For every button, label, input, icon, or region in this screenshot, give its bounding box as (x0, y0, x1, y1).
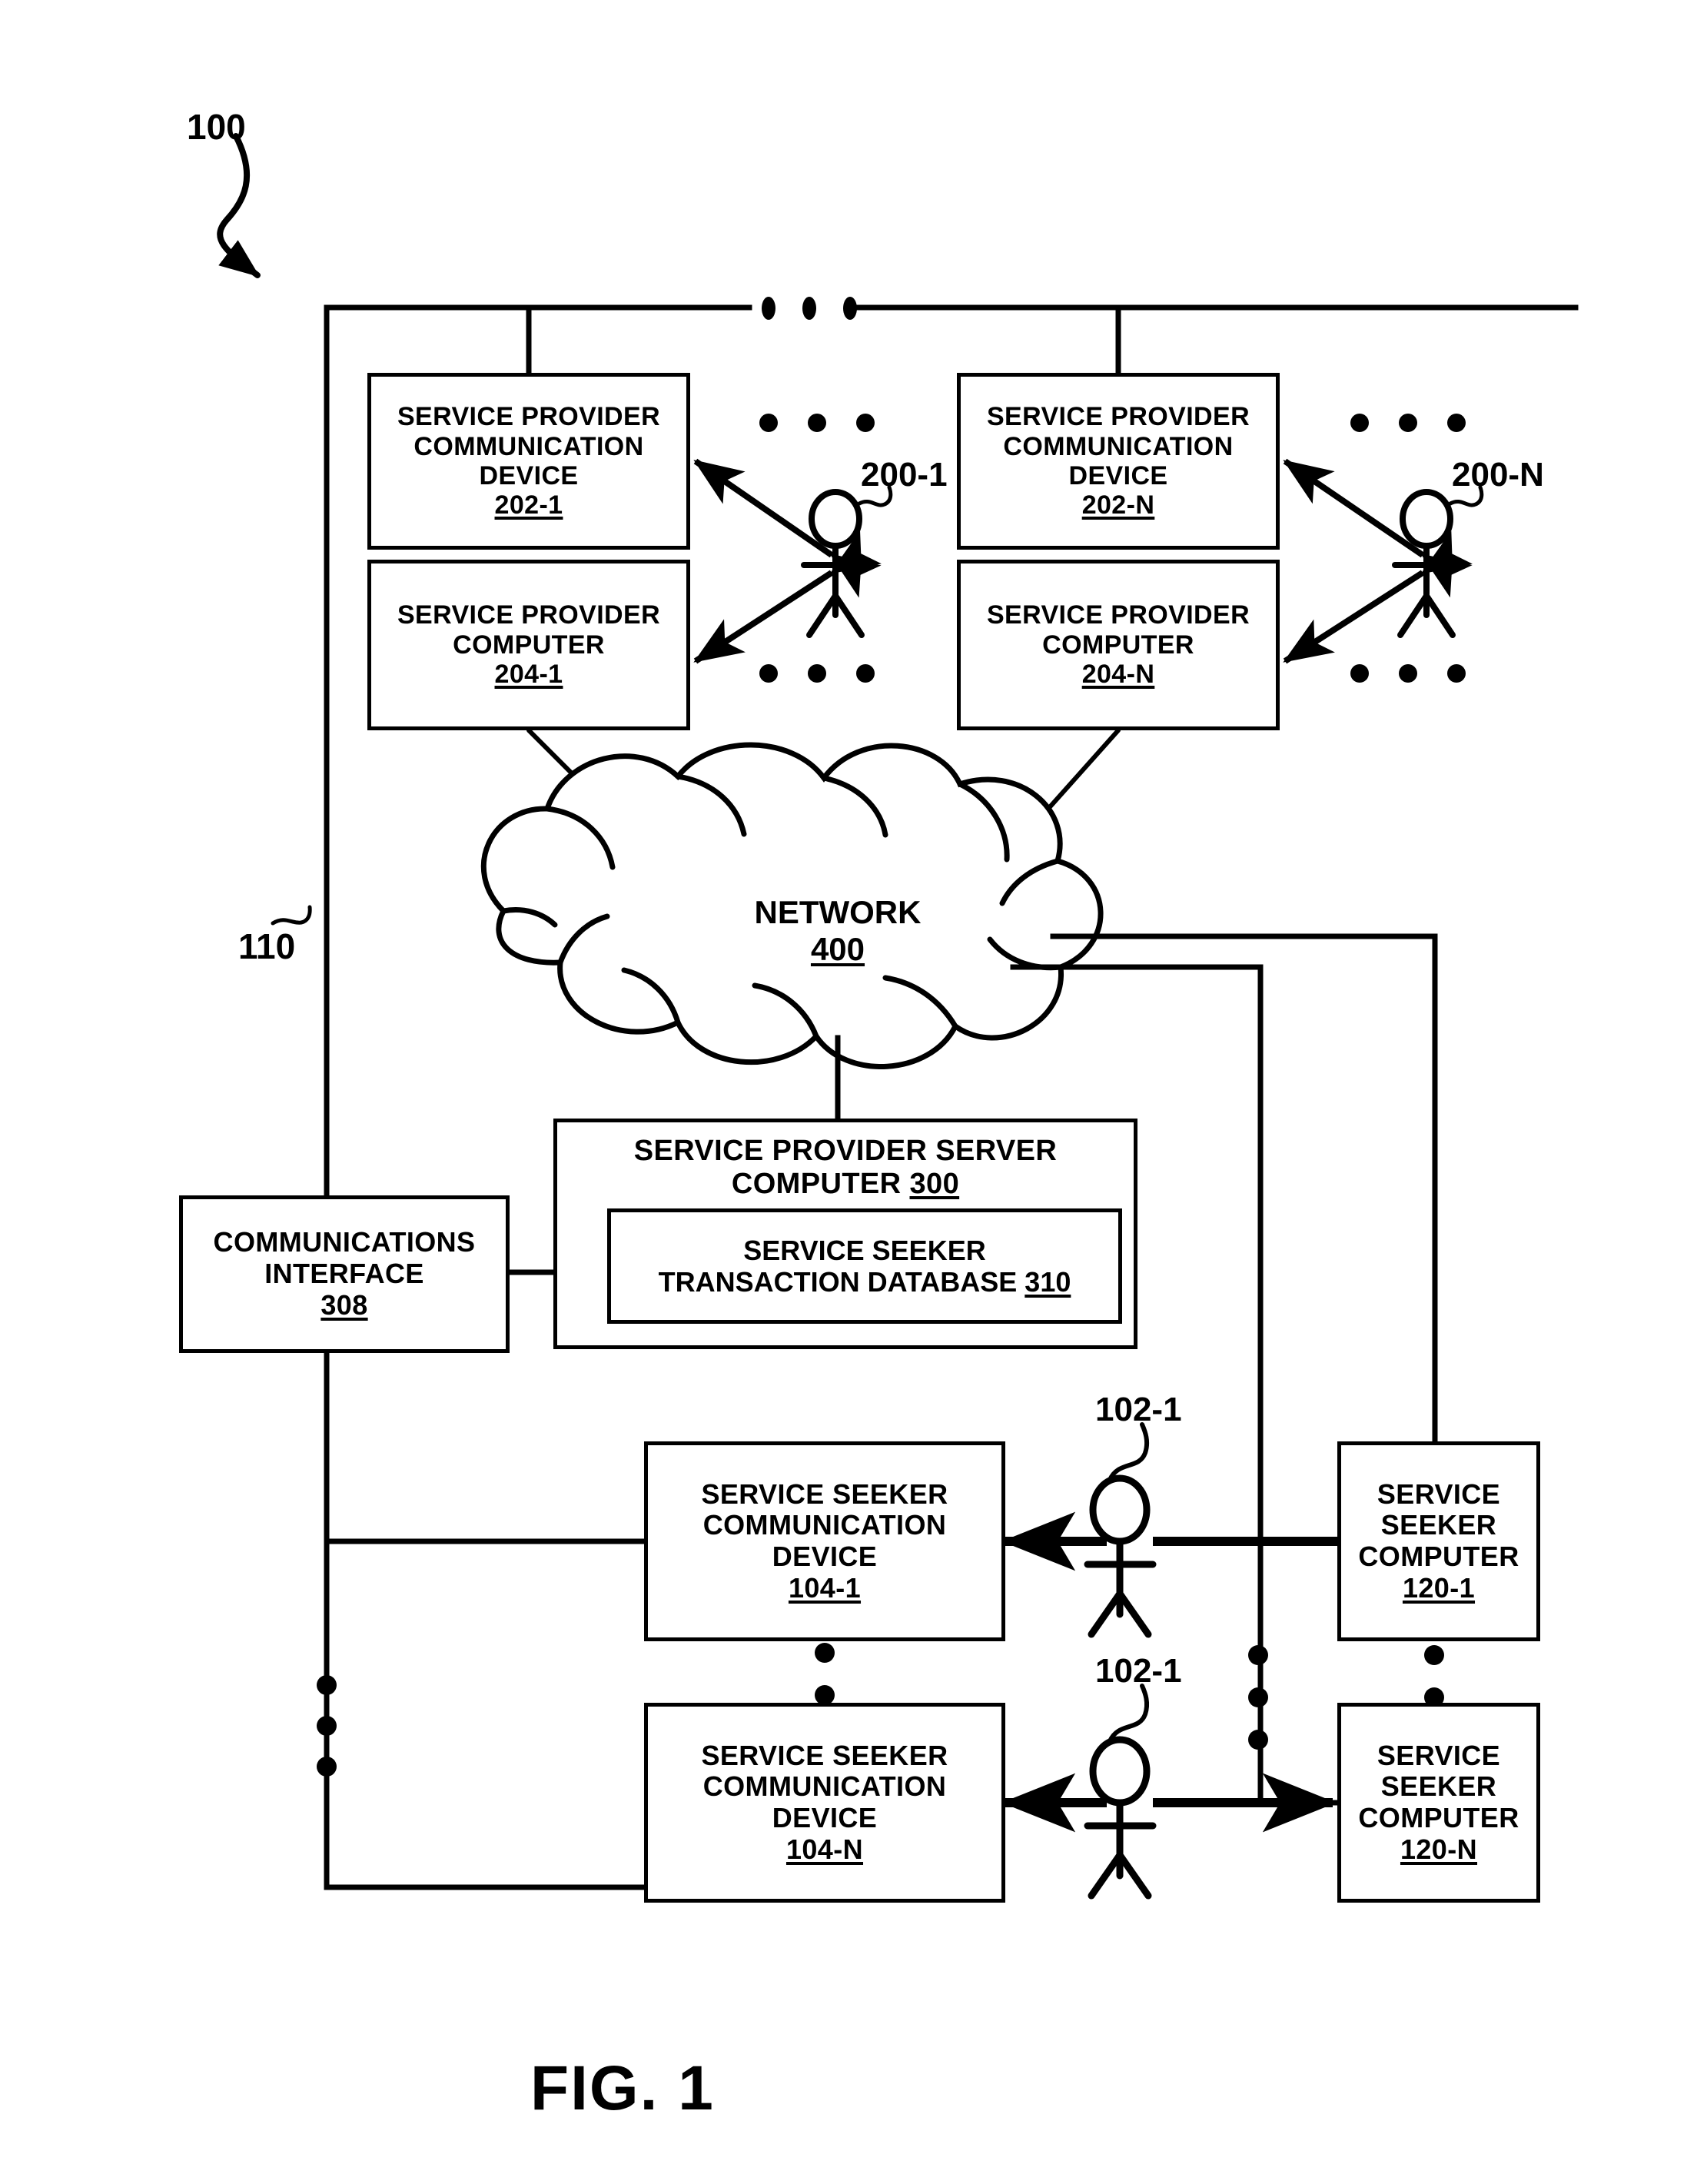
service-seeker-transaction-database[interactable]: SERVICE SEEKER TRANSACTION DATABASE 310 (607, 1208, 1122, 1324)
box-line: TRANSACTION DATABASE (658, 1266, 1018, 1298)
actor-figure (801, 489, 870, 638)
box-line: COMMUNICATION (1003, 431, 1234, 461)
service-seeker-computer-1[interactable]: SERVICE SEEKER COMPUTER 120-1 (1337, 1441, 1540, 1641)
service-provider-communication-device-n[interactable]: SERVICE PROVIDER COMMUNICATION DEVICE 20… (957, 373, 1280, 550)
actor-ref-102-1-upper: 102-1 (1095, 1391, 1182, 1428)
box-ref: 120-N (1400, 1833, 1478, 1865)
box-line: DEVICE (772, 1802, 878, 1833)
box-line: COMPUTER (453, 630, 605, 660)
box-line: COMMUNICATION (702, 1770, 947, 1803)
service-seeker-computer-n[interactable]: SERVICE SEEKER COMPUTER 120-N (1337, 1703, 1540, 1903)
service-seeker-communication-device-n[interactable]: SERVICE SEEKER COMMUNICATION DEVICE 104-… (644, 1703, 1005, 1903)
box-line: INTERFACE (264, 1258, 424, 1290)
box-ref: 310 (1025, 1266, 1071, 1298)
box-line: SERVICE (1377, 1478, 1501, 1510)
service-provider-communication-device-1[interactable]: SERVICE PROVIDER COMMUNICATION DEVICE 20… (367, 373, 690, 550)
actor-figure (1392, 489, 1461, 638)
box-ref: 104-N (785, 1833, 864, 1865)
box-line: COMPUTER (731, 1167, 902, 1200)
actor-ref-102-1-lower: 102-1 (1095, 1652, 1182, 1690)
patent-figure-canvas: 100 110 SERVICE PROVIDER COMMUNICATION D… (0, 0, 1707, 2184)
box-line-with-ref: COMPUTER 300 (732, 1168, 959, 1201)
cloud-ref: 400 (810, 931, 865, 968)
box-line: DEVICE (772, 1541, 878, 1572)
bus-ref-110: 110 (238, 926, 296, 966)
box-ref: 204-1 (494, 660, 563, 690)
box-line: COMPUTER (1042, 630, 1194, 660)
box-ref: 120-1 (1402, 1571, 1476, 1604)
box-ref: 300 (909, 1167, 960, 1200)
box-ref: 104-1 (788, 1571, 862, 1604)
box-line: SERVICE PROVIDER SERVER (633, 1135, 1058, 1167)
network-cloud-label: NETWORK 400 (719, 894, 957, 969)
system-ref-100: 100 (187, 107, 246, 147)
box-line: COMMUNICATION (413, 431, 644, 461)
actor-ref-200-1: 200-1 (861, 456, 948, 494)
actor-ref-200-n: 200-N (1452, 456, 1544, 494)
figure-label: FIG. 1 (530, 2053, 715, 2123)
box-line: SERVICE SEEKER (743, 1234, 986, 1266)
box-line-with-ref: TRANSACTION DATABASE 310 (659, 1266, 1071, 1298)
service-provider-computer-n[interactable]: SERVICE PROVIDER COMPUTER 204-N (957, 560, 1280, 730)
box-line: DEVICE (479, 461, 579, 490)
box-line: COMPUTER (1358, 1541, 1519, 1572)
box-line: SERVICE (1377, 1739, 1501, 1771)
service-seeker-communication-device-1[interactable]: SERVICE SEEKER COMMUNICATION DEVICE 104-… (644, 1441, 1005, 1641)
communications-interface[interactable]: COMMUNICATIONS INTERFACE 308 (179, 1195, 510, 1353)
box-ref: 202-1 (494, 490, 563, 520)
box-ref: 204-N (1081, 660, 1155, 690)
box-line: SERVICE SEEKER (701, 1739, 948, 1771)
box-line: COMMUNICATIONS (213, 1226, 476, 1258)
box-line: COMMUNICATION (702, 1509, 947, 1541)
box-line: SERVICE PROVIDER (986, 402, 1250, 432)
box-line: SEEKER (1380, 1509, 1497, 1541)
actor-figure (1084, 1474, 1157, 1638)
service-provider-computer-1[interactable]: SERVICE PROVIDER COMPUTER 204-1 (367, 560, 690, 730)
actor-figure (1084, 1736, 1157, 1900)
box-ref: 202-N (1081, 490, 1155, 520)
cloud-title: NETWORK (754, 894, 922, 930)
box-ref: 308 (320, 1288, 368, 1321)
bus-ellipsis-dots (762, 297, 857, 320)
box-line: SEEKER (1380, 1770, 1497, 1803)
box-line: COMPUTER (1358, 1802, 1519, 1833)
box-line: DEVICE (1068, 461, 1168, 490)
box-line: SERVICE PROVIDER (397, 600, 661, 630)
box-line: SERVICE PROVIDER (397, 402, 661, 432)
box-line: SERVICE SEEKER (701, 1478, 948, 1510)
box-line: SERVICE PROVIDER (986, 600, 1250, 630)
